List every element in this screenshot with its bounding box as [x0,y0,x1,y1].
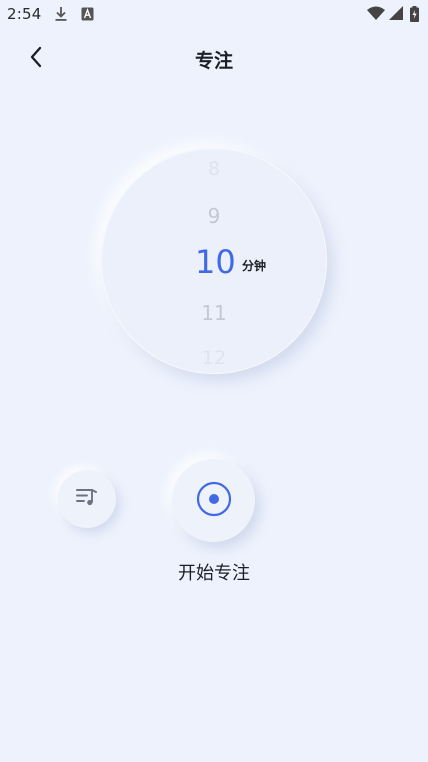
status-bar: 2:54 [0,0,428,30]
minute-picker-dial[interactable]: 8 9 10 分钟 11 12 [101,148,327,374]
start-focus-button[interactable] [172,459,255,542]
picker-item[interactable]: 12 [101,347,327,369]
wifi-icon [367,6,385,25]
picker-selected-row: 10 分钟 [101,243,327,283]
focus-screen: 2:54 专注 8 9 10 分钟 11 12 开始专注 [0,0,428,762]
battery-icon [410,6,419,26]
page-title: 专注 [194,50,233,72]
a-box-icon [81,6,94,25]
status-time: 2:54 [7,5,42,23]
record-target-icon [196,481,232,521]
selected-minutes: 10 [195,243,236,281]
picker-item[interactable]: 8 [101,158,327,180]
picker-item[interactable]: 9 [101,204,327,228]
playlist-button[interactable] [58,470,116,528]
download-icon [54,6,68,26]
music-playlist-icon [75,486,99,512]
minutes-unit-label: 分钟 [242,259,267,273]
start-focus-label[interactable]: 开始专注 [0,559,428,585]
picker-item[interactable]: 11 [101,301,327,325]
signal-icon [389,6,403,25]
